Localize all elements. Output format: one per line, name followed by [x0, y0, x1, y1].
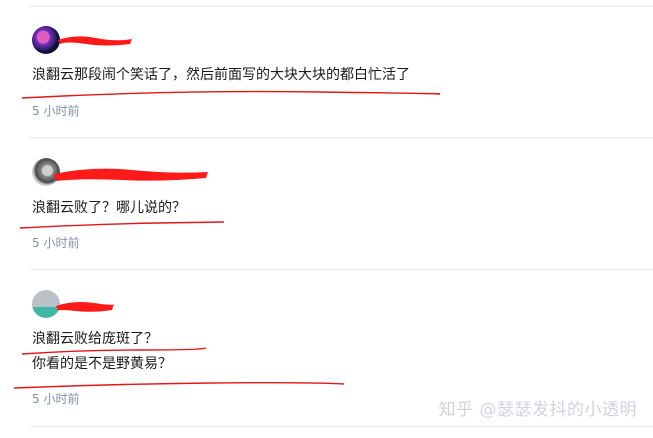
annotation-underline	[19, 221, 225, 229]
divider	[30, 137, 653, 138]
divider	[30, 426, 653, 427]
annotation-underline	[21, 90, 440, 99]
comment-time: 5 小时前	[32, 392, 80, 406]
redacted-username	[54, 168, 208, 181]
comment-time: 5 小时前	[32, 236, 80, 250]
watermark: 知乎 @瑟瑟发抖的小透明	[438, 400, 637, 420]
divider	[30, 269, 653, 270]
comment-text-line-2: 你看的是不是野黄易？	[32, 356, 172, 372]
comment-text: 浪翻云那段闹个笑话了，然后前面写的大块大块的都白忙活了	[32, 67, 410, 83]
comment-text: 浪翻云败了？哪儿说的？	[32, 200, 186, 216]
divider	[30, 6, 653, 7]
redacted-username	[58, 36, 132, 46]
redacted-username	[56, 302, 114, 312]
comment-time: 5 小时前	[32, 104, 80, 118]
